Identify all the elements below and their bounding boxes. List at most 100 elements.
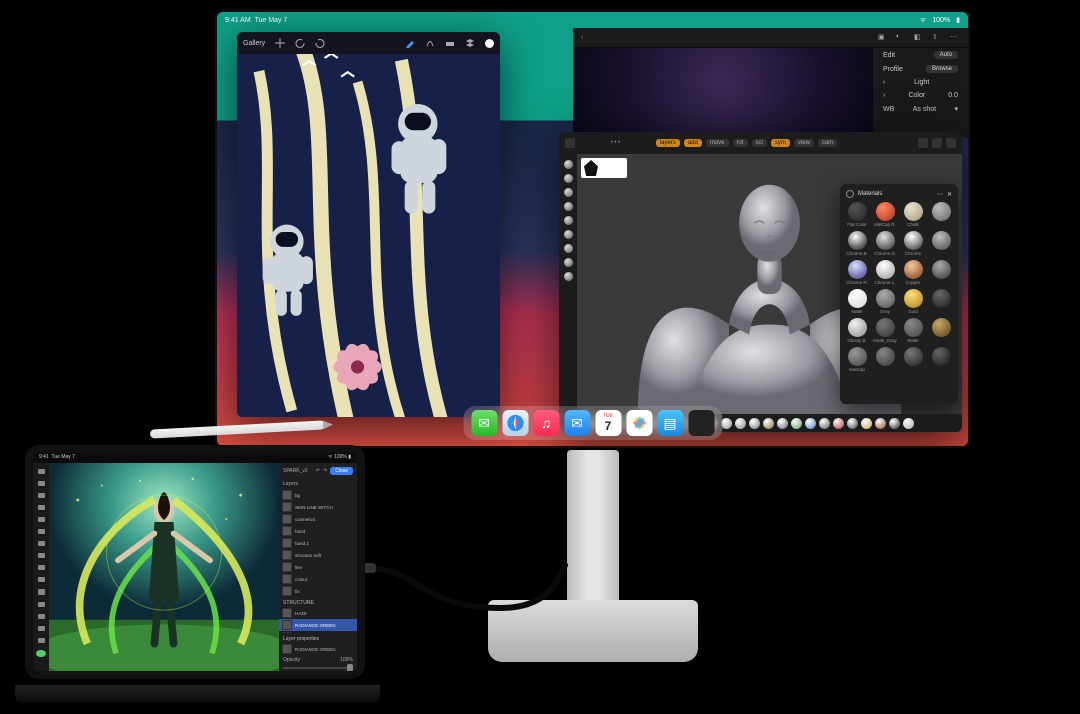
material-swatch[interactable]: Chalk xyxy=(900,202,926,227)
layer-row[interactable]: colour xyxy=(279,573,357,585)
filters-icon[interactable]: ◧ xyxy=(914,33,924,43)
layers-icon[interactable] xyxy=(465,38,475,48)
dock-app-library-icon[interactable] xyxy=(688,410,714,436)
material-swatch[interactable] xyxy=(928,289,954,314)
move-icon[interactable] xyxy=(38,481,45,486)
home-icon[interactable] xyxy=(565,138,575,148)
browse-button[interactable]: Browse xyxy=(926,65,958,73)
brush-preset-icon[interactable] xyxy=(564,202,573,211)
layer-row[interactable]: structure soft xyxy=(279,549,357,561)
materials-panel[interactable]: Materials ⋯ ✕ Flat ColorMatCap R.ChalkCh… xyxy=(840,184,958,404)
share-icon[interactable] xyxy=(932,138,942,148)
crop-icon[interactable] xyxy=(38,493,45,498)
brush-ball-icon[interactable] xyxy=(833,418,844,429)
material-swatch[interactable] xyxy=(928,347,954,372)
smudge-icon[interactable] xyxy=(38,541,45,546)
dock-photos-icon[interactable] xyxy=(626,410,652,436)
text-icon[interactable] xyxy=(38,577,45,582)
material-swatch[interactable] xyxy=(928,231,954,256)
brush-ball-icon[interactable] xyxy=(805,418,816,429)
panel-more-icon[interactable]: ⋯ xyxy=(937,191,943,198)
material-swatch[interactable]: MatCap R. xyxy=(872,202,898,227)
undo-icon[interactable]: ↶ xyxy=(316,468,320,474)
material-swatch[interactable]: Chrome B. xyxy=(844,231,870,256)
drawing-canvas[interactable] xyxy=(237,54,500,417)
color-icon[interactable] xyxy=(485,39,494,48)
material-swatch[interactable]: Matte xyxy=(844,289,870,314)
hand-icon[interactable] xyxy=(38,626,45,631)
wb-row[interactable]: WBAs shot▾ xyxy=(873,102,968,116)
material-swatch[interactable] xyxy=(900,347,926,372)
material-swatch[interactable]: Flat Color xyxy=(844,202,870,227)
paint-canvas[interactable] xyxy=(49,463,279,671)
fill-icon[interactable] xyxy=(38,529,45,534)
undo-icon[interactable] xyxy=(295,38,305,48)
shape-icon[interactable] xyxy=(38,589,45,594)
material-swatch[interactable]: Chrome R. xyxy=(844,260,870,285)
brush-preset-icon[interactable] xyxy=(564,244,573,253)
toolbar-chip[interactable]: cam xyxy=(818,139,837,147)
panel-close-icon[interactable]: ✕ xyxy=(947,191,952,198)
reference-thumbnail[interactable] xyxy=(581,158,627,178)
dock-music-icon[interactable]: ♫ xyxy=(533,410,559,436)
more-icon[interactable]: ⋯ xyxy=(950,33,960,43)
dock-mail-icon[interactable]: ✉︎ xyxy=(564,410,590,436)
color-swatch[interactable] xyxy=(36,650,46,657)
gallery-button[interactable]: Gallery xyxy=(243,40,265,47)
light-row[interactable]: ›Light xyxy=(873,76,968,89)
crop-icon[interactable]: ▣ xyxy=(878,33,888,43)
clone-icon[interactable] xyxy=(38,553,45,558)
brush-ball-icon[interactable] xyxy=(861,418,872,429)
layer-row[interactable]: cosmetics xyxy=(279,513,357,525)
layer-row[interactable]: SKIN LINE WITCH xyxy=(279,501,357,513)
settings-icon[interactable] xyxy=(946,138,956,148)
material-swatch[interactable]: Matte xyxy=(900,318,926,343)
material-swatch[interactable]: Matte_Gray xyxy=(872,318,898,343)
cursor-icon[interactable] xyxy=(38,469,45,474)
material-swatch[interactable] xyxy=(928,202,954,227)
sculpt-app-window[interactable]: • • • layers add move rot scl sym view c… xyxy=(559,132,962,432)
toolbar-chip[interactable]: rot xyxy=(733,139,748,147)
sculpt-viewport[interactable]: Materials ⋯ ✕ Flat ColorMatCap R.ChalkCh… xyxy=(577,154,962,414)
dock-calendar-icon[interactable]: TUE 7 xyxy=(595,410,621,436)
layer-row[interactable]: HAZE xyxy=(279,607,357,619)
drawing-app-window[interactable]: Gallery xyxy=(237,32,500,417)
material-swatch[interactable] xyxy=(872,347,898,372)
brush-ball-icon[interactable] xyxy=(749,418,760,429)
adjust-icon[interactable]: ◐ xyxy=(896,33,906,43)
material-swatch[interactable]: Gold xyxy=(900,289,926,314)
material-swatch[interactable] xyxy=(928,260,954,285)
toolbar-chip[interactable]: sym xyxy=(771,139,790,147)
brush-preset-icon[interactable] xyxy=(564,160,573,169)
eraser-icon[interactable] xyxy=(445,38,455,48)
brush-preset-icon[interactable] xyxy=(564,216,573,225)
brush-ball-icon[interactable] xyxy=(721,418,732,429)
brush-ball-icon[interactable] xyxy=(735,418,746,429)
eraser-icon[interactable] xyxy=(38,517,45,522)
heal-icon[interactable] xyxy=(38,565,45,570)
picker-icon[interactable] xyxy=(38,614,45,619)
material-swatch[interactable]: Glossy B. xyxy=(844,318,870,343)
material-swatch[interactable] xyxy=(928,318,954,343)
brush-ball-icon[interactable] xyxy=(847,418,858,429)
opacity-slider[interactable] xyxy=(283,667,353,669)
layer-row[interactable]: line xyxy=(279,561,357,573)
brush-icon[interactable] xyxy=(405,38,415,48)
brush-ball-icon[interactable] xyxy=(903,418,914,429)
toolbar-chip[interactable]: view xyxy=(794,139,814,147)
brush-preset-icon[interactable] xyxy=(564,258,573,267)
toolbar-chip[interactable]: add xyxy=(684,139,702,147)
brush-ball-icon[interactable] xyxy=(889,418,900,429)
layer-row[interactable]: fix xyxy=(279,585,357,597)
color-row[interactable]: ›Color0.0 xyxy=(873,89,968,102)
brush-ball-icon[interactable] xyxy=(875,418,886,429)
material-swatch[interactable]: Copper xyxy=(900,260,926,285)
brush-preset-icon[interactable] xyxy=(564,272,573,281)
redo-icon[interactable] xyxy=(315,38,325,48)
gradient-icon[interactable] xyxy=(38,602,45,607)
toolbar-chip[interactable]: scl xyxy=(752,139,767,147)
zoom-icon[interactable] xyxy=(38,638,45,643)
material-swatch[interactable]: MatCap xyxy=(844,347,870,372)
layer-row[interactable]: hand 2 xyxy=(279,537,357,549)
brush-ball-icon[interactable] xyxy=(819,418,830,429)
